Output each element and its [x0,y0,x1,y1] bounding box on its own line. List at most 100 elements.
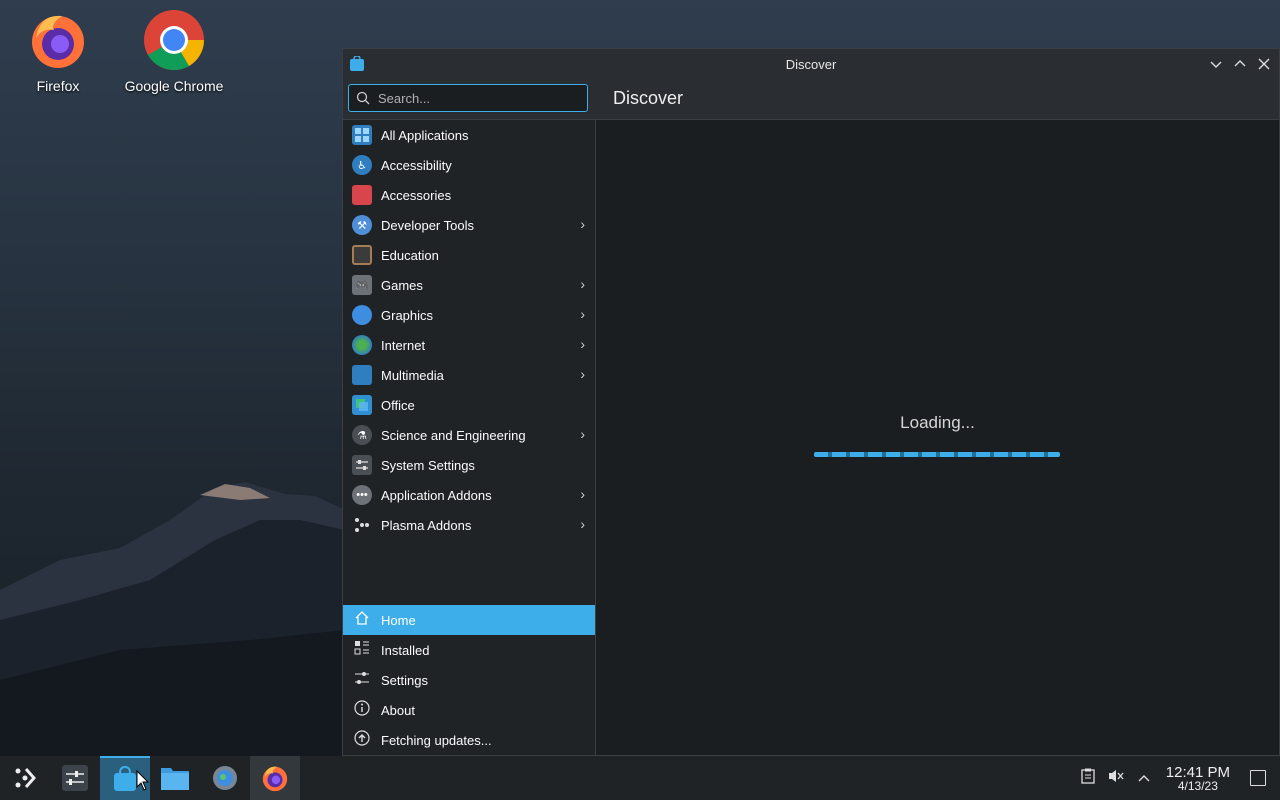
office-icon [352,395,372,415]
nav-label: Installed [381,642,430,658]
loading-progress-bar [814,452,1060,457]
discover-app-icon [114,765,136,791]
chevron-right-icon: › [580,306,585,322]
clock-time: 12:41 PM [1165,763,1230,781]
sliders-icon [352,670,372,690]
category-science-and-engineering[interactable]: ⚗ Science and Engineering › [343,420,595,450]
taskbar-system-settings[interactable] [50,756,100,800]
nav-fetching-updates[interactable]: Fetching updates... [343,725,595,755]
clipboard-icon[interactable] [1074,768,1102,788]
close-button[interactable] [1255,55,1273,73]
chevron-right-icon: › [580,426,585,442]
desktop-icon-chrome[interactable]: Google Chrome [119,8,229,94]
toolbar: Discover [343,79,1279,120]
nav-installed[interactable]: Installed [343,635,595,665]
nav-label: Settings [381,672,428,688]
category-label: Graphics [381,307,434,323]
nav-about[interactable]: About [343,695,595,725]
category-multimedia[interactable]: Multimedia › [343,360,595,390]
category-label: Developer Tools [381,217,474,233]
volume-muted-icon[interactable] [1102,768,1130,788]
main-content: Loading... [596,120,1279,755]
category-accessibility[interactable]: ♿ Accessibility [343,150,595,180]
bottom-navigation: Home Installed Settings About Fetching u… [343,605,595,755]
chevron-right-icon: › [580,366,585,382]
folder-icon [161,768,189,790]
category-label: Application Addons [381,487,492,503]
home-icon [352,610,372,630]
nav-home[interactable]: Home [343,605,595,635]
nav-label: About [381,702,415,718]
category-application-addons[interactable]: ••• Application Addons › [343,480,595,510]
category-label: Accessibility [381,157,452,173]
category-games[interactable]: 🎮 Games › [343,270,595,300]
firefox-icon [26,8,90,72]
monitor-icon [352,365,372,385]
desktop-icon-label: Google Chrome [124,78,224,94]
search-icon [356,91,370,105]
loading-text: Loading... [900,413,975,432]
flask-icon: ⚗ [352,425,372,445]
discover-window: Discover Discover [342,48,1280,756]
settings-panel-icon [352,455,372,475]
category-office[interactable]: Office [343,390,595,420]
category-label: Plasma Addons [381,517,472,533]
maximize-button[interactable] [1231,55,1249,73]
clock-date: 4/13/23 [1177,778,1218,793]
taskbar-firefox[interactable] [250,756,300,800]
discover-app-icon [350,56,364,71]
category-internet[interactable]: Internet › [343,330,595,360]
search-box[interactable] [348,84,588,112]
search-input[interactable] [376,89,580,107]
application-launcher-button[interactable] [0,756,50,800]
minimize-button[interactable] [1207,55,1225,73]
taskbar-file-manager[interactable] [150,756,200,800]
category-graphics[interactable]: Graphics › [343,300,595,330]
gamepad-icon: 🎮 [352,275,372,295]
show-desktop-button[interactable] [1250,770,1266,786]
desktop-icon-label: Firefox [36,78,80,94]
category-label: All Applications [381,127,469,143]
progress-fill [814,452,1060,457]
palette-icon [352,305,372,325]
chevron-down-icon [1210,61,1222,68]
window-title: Discover [785,56,837,72]
nav-label: Fetching updates... [381,732,492,748]
category-label: Office [381,397,415,413]
desktop-icon-firefox[interactable]: Firefox [3,8,113,94]
chevron-up-icon [1234,60,1246,67]
category-label: System Settings [381,457,475,473]
category-education[interactable]: Education [343,240,595,270]
mouse-cursor-icon [136,770,150,791]
digital-clock[interactable]: 12:41 PM 4/13/23 [1166,764,1230,793]
category-all-applications[interactable]: All Applications [343,120,595,150]
window-titlebar[interactable]: Discover [343,49,1279,79]
chevron-right-icon: › [580,276,585,292]
launcher-icon [15,768,37,788]
category-label: Science and Engineering [381,427,526,443]
update-icon [352,730,372,750]
installed-icon [352,640,372,660]
globe-icon [352,335,372,355]
taskbar-system-info[interactable] [200,756,250,800]
category-developer-tools[interactable]: ⚒ Developer Tools › [343,210,595,240]
chrome-icon [142,8,206,72]
category-accessories[interactable]: Accessories [343,180,595,210]
category-label: Internet [381,337,426,353]
hammer-icon: ⚒ [352,215,372,235]
chevron-up-icon[interactable] [1130,770,1158,787]
info-icon [352,700,372,720]
blackboard-icon [352,245,372,265]
category-plasma-addons[interactable]: Plasma Addons › [343,510,595,540]
nav-label: Home [381,612,416,628]
sidebar: All Applications ♿ Accessibility Accesso… [343,120,596,755]
category-label: Games [381,277,423,293]
nav-settings[interactable]: Settings [343,665,595,695]
category-system-settings[interactable]: System Settings [343,450,595,480]
settings-panel-icon [62,765,88,791]
chevron-right-icon: › [580,336,585,352]
category-list: All Applications ♿ Accessibility Accesso… [343,120,595,540]
chevron-right-icon: › [580,516,585,532]
category-label: Accessories [381,187,452,203]
category-label: Multimedia [381,367,444,383]
